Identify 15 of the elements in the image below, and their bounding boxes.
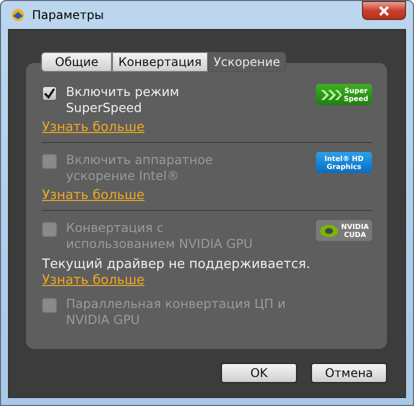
window-title: Параметры bbox=[32, 8, 104, 22]
option-label: Конвертация с использованием NVIDIA GPU bbox=[66, 220, 254, 252]
dialog-button[interactable]: Отмена bbox=[311, 363, 387, 383]
tab[interactable]: Конвертация bbox=[112, 52, 208, 72]
tab[interactable]: Общие bbox=[41, 52, 112, 72]
dialog-button[interactable]: OK bbox=[221, 363, 297, 383]
close-icon bbox=[378, 6, 390, 16]
option-label: Включить аппаратное ускорение Intel® bbox=[66, 152, 214, 184]
option-label: Включить режим SuperSpeed bbox=[66, 84, 180, 116]
close-button[interactable] bbox=[362, 1, 406, 20]
app-icon bbox=[10, 7, 26, 23]
option-label: Параллельная конвертация ЦП и NVIDIA GPU bbox=[66, 296, 287, 328]
driver-note: Текущий драйвер не поддерживается. Узнать больше bbox=[42, 257, 312, 289]
tab[interactable]: Ускорение bbox=[208, 52, 286, 72]
checkbox[interactable] bbox=[42, 86, 57, 101]
